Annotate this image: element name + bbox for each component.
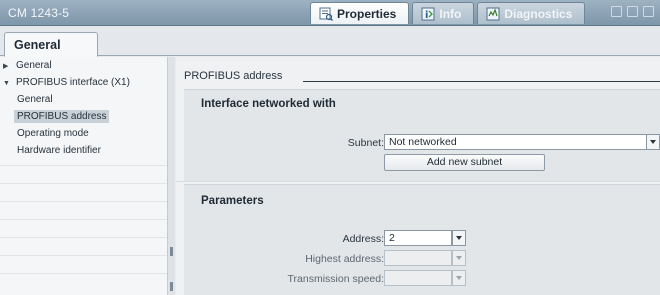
tab-diagnostics[interactable]: Diagnostics [477,2,586,24]
inspector-titlebar: CM 1243-5 Properties i Info Diagnostics [0,0,660,26]
transmission-speed-label: Transmission speed: [287,273,384,285]
properties-icon [319,7,333,21]
section-title: PROFIBUS address [184,70,283,82]
tab-strip: General [0,26,660,57]
panel-heading: Interface networked with [201,98,336,110]
section-rule [303,81,660,82]
divider [0,237,170,238]
splitter-grip-icon [170,282,173,291]
nav-item-label: General [17,94,53,105]
splitter[interactable] [167,57,175,295]
highest-address-label: Highest address: [305,253,384,265]
networked-panel: Interface networked with Subnet: Not net… [184,89,660,181]
add-new-subnet-button[interactable]: Add new subnet [384,154,545,171]
expand-arrow-icon[interactable]: ▶ [3,58,13,75]
nav-item-general[interactable]: ▶ General [0,57,170,74]
highest-address-dropdown-icon [452,250,466,266]
nav-item-label: Operating mode [17,128,89,139]
collapse-arrow-icon[interactable]: ▼ [3,75,13,92]
divider [0,183,170,184]
transmission-speed-select [384,270,452,286]
highest-address-select [384,250,452,266]
nav-item-profibus-address[interactable]: PROFIBUS address [0,108,170,125]
properties-content: PROFIBUS address Interface networked wit… [176,57,660,295]
close-icon[interactable] [643,6,654,17]
address-select[interactable]: 2 [384,230,452,246]
nav-item-interface-general[interactable]: General [0,91,170,108]
svg-text:i: i [425,10,428,21]
splitter-grip-icon [170,247,173,256]
subnet-select[interactable]: Not networked [384,134,647,150]
divider [0,201,170,202]
window-controls [606,6,654,17]
panel-heading: Parameters [201,195,264,207]
nav-item-label: PROFIBUS interface (X1) [16,77,130,88]
address-label: Address: [342,233,384,245]
diagnostics-icon [486,7,500,21]
transmission-speed-dropdown-icon [452,270,466,286]
inspector-tabs: Properties i Info Diagnostics [310,2,588,26]
subnet-dropdown-icon[interactable] [646,134,660,150]
divider [0,273,170,274]
nav-item-label: General [16,60,52,71]
tab-properties[interactable]: Properties [310,2,410,24]
maximize-icon[interactable] [627,6,638,17]
address-dropdown-icon[interactable] [452,230,466,246]
parameters-panel: Parameters Address: 2 Highest address: T… [184,184,660,295]
tab-diagnostics-label: Diagnostics [504,6,573,21]
divider [0,255,170,256]
tab-general[interactable]: General [4,32,98,57]
divider [0,219,170,220]
module-title: CM 1243-5 [8,6,70,20]
divider [176,181,660,182]
nav-item-label: PROFIBUS address [14,110,110,123]
info-icon: i [421,7,435,21]
nav-item-operating-mode[interactable]: Operating mode [0,125,170,142]
tab-info[interactable]: i Info [412,2,475,24]
nav-item-label: Hardware identifier [17,145,101,156]
tab-properties-label: Properties [337,6,397,21]
tab-info-label: Info [439,6,462,21]
nav-item-hardware-identifier[interactable]: Hardware identifier [0,142,170,159]
navigation-tree: ▶ General ▼ PROFIBUS interface (X1) Genera… [0,57,175,295]
divider [0,165,170,166]
nav-item-profibus-interface[interactable]: ▼ PROFIBUS interface (X1) [0,74,170,91]
subnet-label: Subnet: [347,137,384,149]
restore-icon[interactable] [611,6,622,17]
